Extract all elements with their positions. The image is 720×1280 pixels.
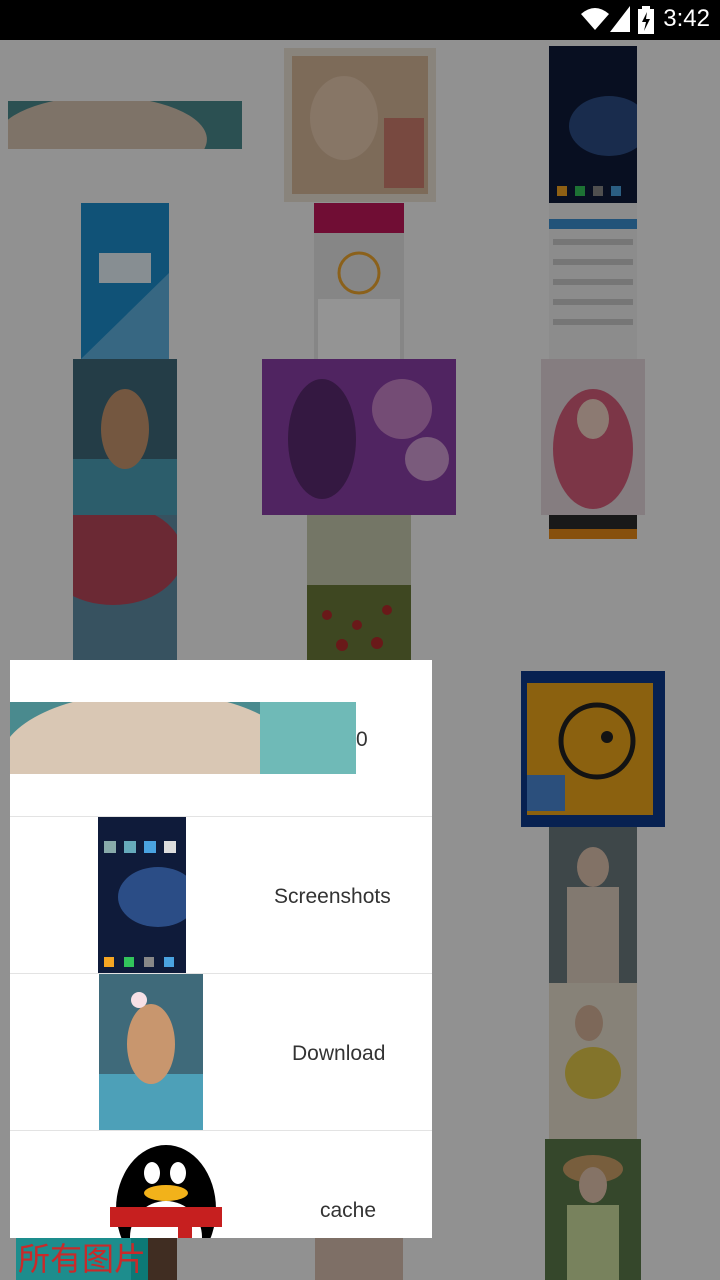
grid-thumb-2[interactable] bbox=[284, 48, 436, 202]
grid-thumb-12[interactable] bbox=[549, 515, 637, 539]
status-bar: 3:42 bbox=[0, 0, 720, 40]
folder-name: Download bbox=[292, 1042, 386, 1065]
battery-charging-icon bbox=[638, 6, 654, 34]
wifi-icon bbox=[581, 8, 609, 30]
grid-thumb-6[interactable] bbox=[549, 203, 637, 359]
grid-thumb-18[interactable] bbox=[315, 1236, 403, 1280]
folder-name: Screenshots bbox=[274, 885, 391, 908]
folder-thumb bbox=[98, 817, 186, 973]
grid-thumb-10[interactable] bbox=[73, 515, 177, 661]
grid-thumb-3[interactable] bbox=[549, 46, 637, 208]
folder-thumb bbox=[106, 1139, 226, 1238]
grid-thumb-5[interactable] bbox=[314, 203, 404, 359]
folder-thumb bbox=[10, 702, 356, 774]
clock-time: 3:42 bbox=[663, 5, 710, 32]
grid-thumb-4[interactable] bbox=[81, 203, 169, 359]
folder-item[interactable]: Screenshots bbox=[10, 817, 432, 974]
grid-thumb-13[interactable] bbox=[521, 671, 665, 827]
folder-name: cache bbox=[320, 1199, 377, 1222]
grid-thumb-16[interactable] bbox=[545, 1139, 641, 1280]
folder-item[interactable]: 0 bbox=[10, 660, 432, 817]
grid-thumb-9[interactable] bbox=[541, 359, 645, 515]
signal-icon bbox=[610, 6, 630, 32]
grid-thumb-15[interactable] bbox=[549, 983, 637, 1139]
grid-thumb-14[interactable] bbox=[549, 827, 637, 983]
grid-thumb-11[interactable] bbox=[307, 515, 411, 661]
grid-thumb-8[interactable] bbox=[262, 359, 456, 515]
grid-thumb-7[interactable] bbox=[73, 359, 177, 515]
folder-item[interactable]: Download bbox=[10, 974, 432, 1131]
all-images-label[interactable]: 所有图片 bbox=[16, 1238, 149, 1280]
grid-thumb-1[interactable] bbox=[8, 101, 242, 149]
folder-list-popup: 0 Screenshots Download cache bbox=[10, 660, 432, 1238]
folder-name: 0 bbox=[356, 728, 368, 751]
folder-item[interactable]: cache bbox=[10, 1131, 432, 1238]
folder-thumb bbox=[99, 974, 203, 1130]
